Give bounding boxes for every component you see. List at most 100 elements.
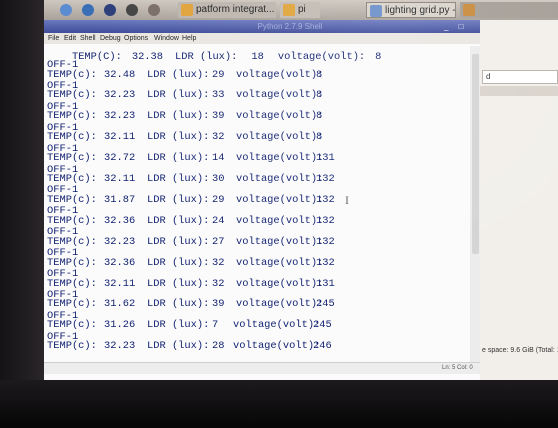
voltage-label: voltage(volt): bbox=[236, 110, 324, 123]
taskbar-item-patform[interactable]: patform integrat... bbox=[178, 2, 276, 18]
browser-icon[interactable] bbox=[82, 4, 94, 16]
window-title: Python 2.7.9 Shell bbox=[257, 22, 323, 31]
temp-label: TEMP(c): bbox=[47, 68, 97, 81]
temp-value: 31.26 bbox=[104, 319, 136, 332]
temp-label: TEMP(C): bbox=[71, 51, 122, 63]
scrollbar-thumb[interactable] bbox=[472, 54, 479, 254]
voltage-value: 132 bbox=[316, 193, 335, 206]
temp-value: 32.11 bbox=[104, 277, 136, 290]
background-window-toolbar bbox=[480, 86, 558, 96]
python-file-icon bbox=[370, 5, 382, 17]
ldr-value: 14 bbox=[212, 152, 225, 165]
menu-icon[interactable] bbox=[60, 4, 72, 16]
temp-value: 32.23 bbox=[104, 235, 136, 248]
temp-value: 32.38 bbox=[131, 51, 164, 63]
ldr-value: 30 bbox=[212, 173, 225, 185]
voltage-value: 245 bbox=[313, 319, 332, 332]
ldr-label: LDR (lux): bbox=[147, 173, 210, 185]
menu-edit[interactable]: Edit bbox=[64, 33, 76, 44]
location-bar[interactable]: d bbox=[482, 70, 558, 84]
voltage-label: voltage(volt): bbox=[236, 235, 324, 248]
voltage-label: voltage(volt): bbox=[236, 277, 324, 290]
temp-label: TEMP(c): bbox=[47, 277, 97, 290]
ldr-value: 7 bbox=[212, 319, 219, 332]
temp-value: 32.11 bbox=[104, 173, 136, 185]
taskbar-item-label: pi bbox=[298, 4, 306, 15]
menu-file[interactable]: File bbox=[48, 33, 59, 44]
voltage-value: 8 bbox=[316, 131, 323, 144]
ldr-label: LDR (lux): bbox=[147, 152, 210, 165]
temp-label: TEMP(c): bbox=[47, 173, 97, 185]
voltage-value: 246 bbox=[313, 340, 332, 353]
ldr-label: LDR (lux): bbox=[175, 51, 238, 63]
voltage-label: voltage(volt): bbox=[236, 298, 324, 311]
voltage-label: voltage(volt): bbox=[233, 340, 321, 353]
monitor-bezel-bottom bbox=[0, 380, 558, 428]
voltage-value: 131 bbox=[316, 152, 335, 165]
temp-label: TEMP(c): bbox=[47, 214, 97, 227]
ldr-label: LDR (lux): bbox=[147, 298, 210, 311]
voltage-label: voltage(volt): bbox=[236, 256, 324, 269]
voltage-label: voltage(volt): bbox=[236, 193, 324, 206]
menu-debug[interactable]: Debug bbox=[100, 33, 121, 44]
temp-label: TEMP(c): bbox=[47, 89, 97, 102]
voltage-value: 132 bbox=[316, 173, 335, 185]
ldr-value: 18 bbox=[251, 51, 264, 63]
temp-label: TEMP(c): bbox=[47, 235, 97, 248]
ldr-value: 32 bbox=[212, 256, 225, 269]
voltage-value: 245 bbox=[316, 298, 335, 311]
temp-label: TEMP(c): bbox=[47, 193, 97, 206]
voltage-label: voltage(volt): bbox=[236, 89, 324, 102]
voltage-value: 132 bbox=[316, 235, 335, 248]
menu-help[interactable]: Help bbox=[182, 33, 196, 44]
ldr-value: 39 bbox=[212, 298, 225, 311]
temp-value: 32.23 bbox=[104, 89, 136, 102]
taskbar-item-pi[interactable]: pi bbox=[280, 2, 320, 18]
temp-value: 32.48 bbox=[104, 68, 136, 81]
menu-window[interactable]: Window bbox=[154, 33, 179, 44]
temp-value: 32.11 bbox=[104, 131, 136, 144]
folder-icon[interactable] bbox=[104, 4, 116, 16]
menu-options[interactable]: Options bbox=[124, 33, 148, 44]
ldr-label: LDR (lux): bbox=[147, 89, 210, 102]
temp-value: 32.23 bbox=[104, 340, 136, 353]
voltage-value: 8 bbox=[316, 89, 323, 102]
voltage-label: voltage(volt): bbox=[236, 131, 324, 144]
temp-label: TEMP(c): bbox=[47, 298, 97, 311]
taskbar-item-lighting-grid[interactable]: lighting grid.py - /ho... bbox=[366, 2, 456, 18]
temp-value: 31.87 bbox=[104, 193, 136, 206]
voltage-label: voltage(volt): bbox=[236, 173, 324, 185]
voltage-label: voltage(volt): bbox=[236, 68, 324, 81]
line-column-indicator: Ln: 5 Col: 0 bbox=[442, 365, 473, 371]
voltage-label: voltage(volt): bbox=[236, 152, 324, 165]
ldr-value: 39 bbox=[212, 110, 225, 123]
voltage-label: voltage(volt): bbox=[277, 51, 366, 63]
ldr-label: LDR (lux): bbox=[147, 319, 210, 332]
terminal-icon[interactable] bbox=[126, 4, 138, 16]
ldr-label: LDR (lux): bbox=[147, 193, 210, 206]
temp-value: 32.36 bbox=[104, 256, 136, 269]
temp-label: TEMP(c): bbox=[47, 152, 97, 165]
temp-label: TEMP(c): bbox=[47, 131, 97, 144]
temp-value: 31.62 bbox=[104, 298, 136, 311]
taskbar-item-label: lighting grid.py - /ho... bbox=[385, 5, 456, 16]
temp-value: 32.72 bbox=[104, 152, 136, 165]
ldr-label: LDR (lux): bbox=[147, 68, 210, 81]
ldr-value: 28 bbox=[212, 340, 225, 353]
temp-value: 32.36 bbox=[104, 214, 136, 227]
voltage-label: voltage(volt): bbox=[236, 214, 324, 227]
ldr-value: 27 bbox=[212, 235, 225, 248]
ldr-value: 29 bbox=[212, 68, 225, 81]
taskbar-item-other[interactable] bbox=[460, 2, 558, 18]
ldr-value: 29 bbox=[212, 193, 225, 206]
settings-icon[interactable] bbox=[148, 4, 160, 16]
ldr-label: LDR (lux): bbox=[147, 131, 210, 144]
window-controls[interactable]: _ □ x bbox=[444, 20, 478, 44]
menu-shell[interactable]: Shell bbox=[80, 33, 96, 44]
voltage-value: 131 bbox=[316, 277, 335, 290]
folder-icon bbox=[181, 4, 193, 16]
temp-label: TEMP(c): bbox=[47, 319, 97, 332]
temp-label: TEMP(c): bbox=[47, 110, 97, 123]
status-bar bbox=[44, 362, 480, 374]
ldr-label: LDR (lux): bbox=[147, 214, 210, 227]
